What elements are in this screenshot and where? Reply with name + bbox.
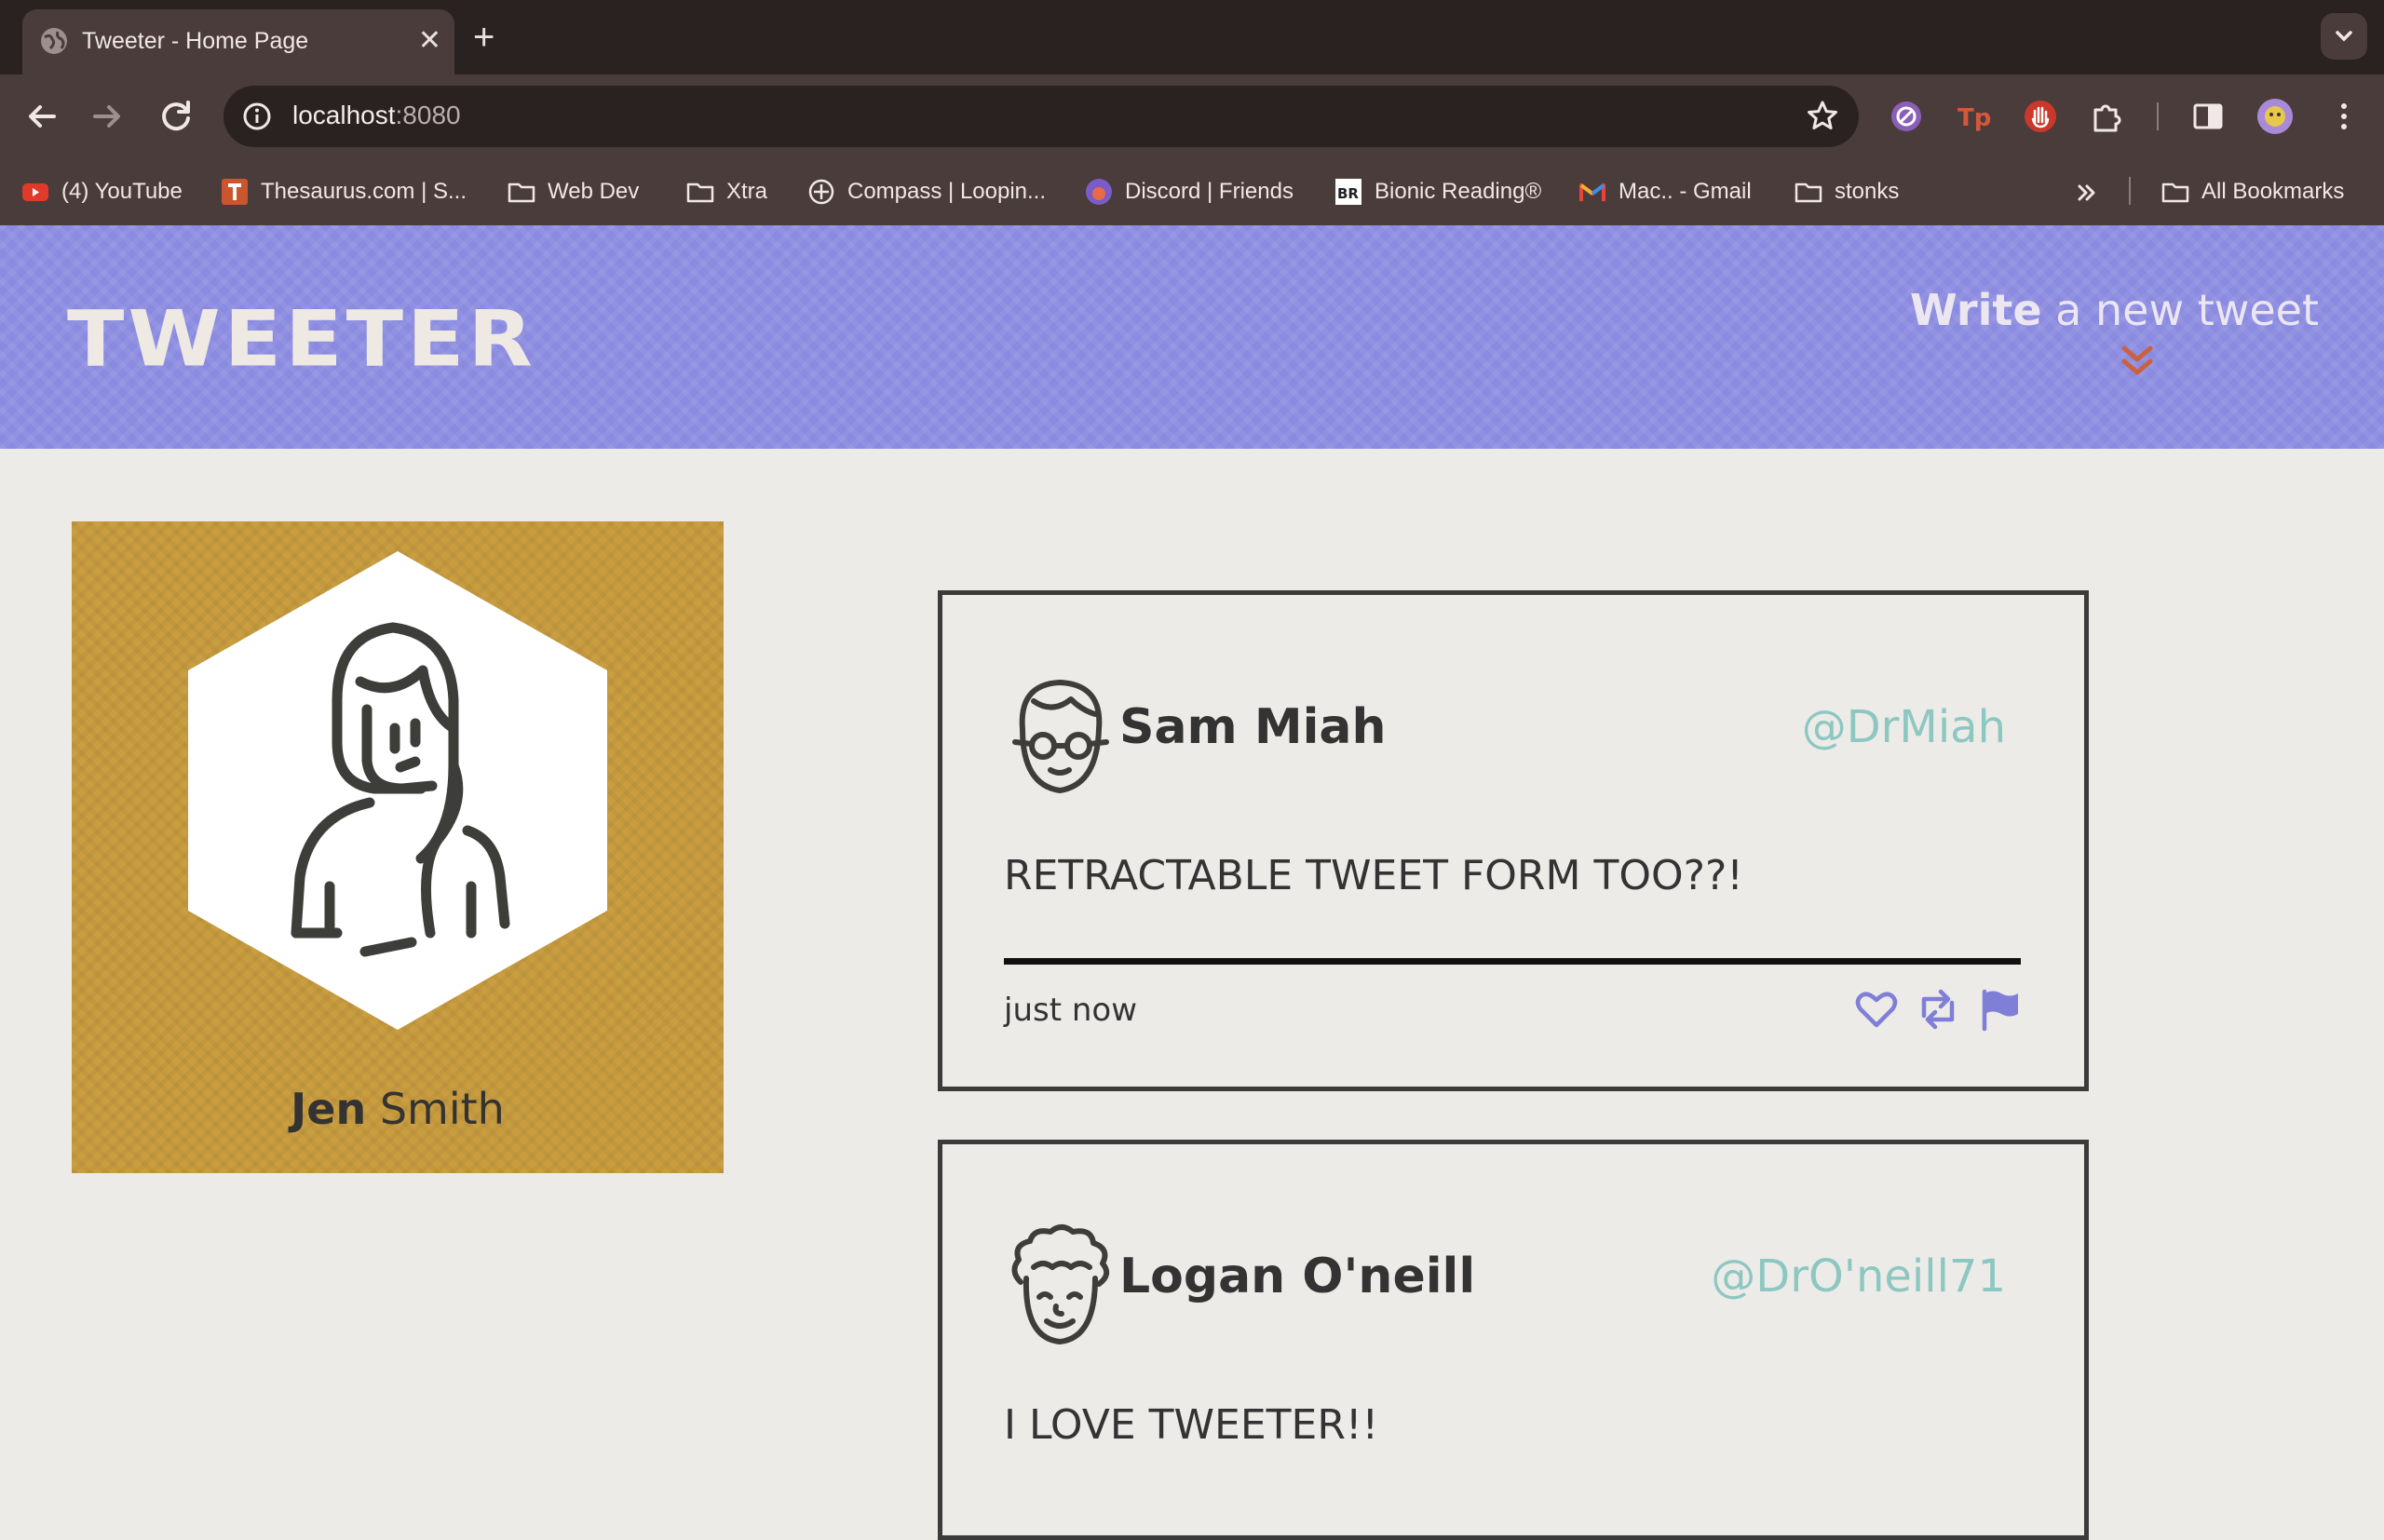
app-logo[interactable]: TWEETER <box>67 294 536 385</box>
browser-tab[interactable]: Tweeter - Home Page ✕ <box>22 9 454 74</box>
heart-icon[interactable] <box>1853 986 1900 1033</box>
write-new-tweet-button[interactable]: Write a new tweet <box>1910 285 2319 335</box>
tweet-content: I LOVE TWEETER!! <box>1004 1401 1379 1449</box>
bookmark-label: Thesaurus.com | S... <box>261 179 467 204</box>
gmail-icon <box>1579 183 1605 201</box>
tweet-author-name: Logan O'neill <box>1119 1249 1476 1304</box>
url-host: localhost <box>292 101 396 129</box>
bionic-reading-icon: BR <box>1335 179 1361 205</box>
forward-arrow-icon[interactable] <box>86 95 129 138</box>
discord-icon <box>1086 179 1112 205</box>
bookmark-label: Bionic Reading® <box>1375 179 1542 204</box>
profile-card: Jen Smith <box>72 521 724 1173</box>
url-text: localhost:8080 <box>292 101 461 130</box>
bookmark-youtube[interactable]: (4) YouTube <box>20 175 183 209</box>
bookmark-bionic-reading[interactable]: BR Bionic Reading® <box>1334 175 1541 209</box>
bookmarks-bar: (4) YouTube Thesaurus.com | S... Web Dev… <box>0 158 2384 226</box>
thesaurus-icon <box>222 179 248 205</box>
svg-text:BR: BR <box>1337 185 1359 202</box>
tweet-author-name: Sam Miah <box>1119 699 1387 755</box>
tweet-content: RETRACTABLE TWEET FORM TOO??! <box>1004 852 1743 899</box>
tab-title: Tweeter - Home Page <box>82 28 309 54</box>
page-header: TWEETER Write a new tweet <box>0 225 2384 449</box>
bookmark-label: Xtra <box>726 179 768 204</box>
bookmark-gmail[interactable]: Mac.. - Gmail <box>1578 175 1752 209</box>
browser-tab-strip: Tweeter - Home Page ✕ + <box>0 0 2384 74</box>
tweet-divider <box>1004 958 2021 965</box>
curly-hair-man-avatar-icon <box>1011 1224 1110 1344</box>
flag-icon[interactable] <box>1976 986 2023 1033</box>
youtube-icon <box>22 183 48 201</box>
tp-extension-icon[interactable]: Tp <box>1954 97 1993 136</box>
profile-last-name: Smith <box>366 1084 505 1134</box>
reload-icon[interactable] <box>155 95 197 138</box>
man-glasses-avatar-icon <box>1012 680 1109 793</box>
folder-icon <box>508 182 535 203</box>
close-tab-icon[interactable]: ✕ <box>418 24 441 58</box>
bookmark-label: Compass | Loopin... <box>847 179 1047 204</box>
more-options-icon[interactable] <box>2324 97 2364 136</box>
profile-avatar <box>188 551 607 1030</box>
browser-toolbar: localhost:8080 Tp <box>0 74 2384 158</box>
compass-icon <box>808 179 834 205</box>
bookmark-folder-xtra[interactable]: Xtra <box>685 175 767 209</box>
bookmark-label: Discord | Friends <box>1125 179 1294 204</box>
extensions-puzzle-icon[interactable] <box>2088 97 2127 136</box>
tweet-card: Sam Miah @DrMiah RETRACTABLE TWEET FORM … <box>938 590 2089 1091</box>
url-port: :8080 <box>395 101 461 129</box>
tweet-card: Logan O'neill @DrO'neill71 I LOVE TWEETE… <box>938 1140 2089 1540</box>
double-chevron-down-icon[interactable] <box>2116 341 2159 384</box>
bookmarks-divider <box>2129 177 2131 205</box>
block-site-extension-icon[interactable] <box>1887 97 1926 136</box>
tab-search-button[interactable] <box>2321 13 2367 60</box>
tweet-author-handle: @DrMiah <box>1801 701 2006 753</box>
bookmark-label: Mac.. - Gmail <box>1619 179 1752 204</box>
chevron-down-icon <box>2336 31 2352 42</box>
bookmark-compass[interactable]: Compass | Loopin... <box>806 175 1046 209</box>
new-tab-button[interactable]: + <box>473 17 494 58</box>
hand-stop-extension-icon[interactable] <box>2021 97 2060 136</box>
back-arrow-icon[interactable] <box>20 95 63 138</box>
side-panel-icon[interactable] <box>2188 97 2228 136</box>
svg-text:Tp: Tp <box>1957 104 1991 132</box>
bookmark-folder-stonks[interactable]: stonks <box>1794 175 1899 209</box>
bookmark-folder-web-dev[interactable]: Web Dev <box>507 175 639 209</box>
retweet-icon[interactable] <box>1915 986 1961 1033</box>
bookmark-label: (4) YouTube <box>61 179 183 204</box>
folder-icon <box>2161 182 2189 203</box>
bookmark-discord[interactable]: Discord | Friends <box>1084 175 1294 209</box>
profile-name: Jen Smith <box>72 1084 724 1134</box>
bookmark-star-icon[interactable] <box>1805 99 1840 134</box>
tweet-timestamp: just now <box>1004 992 1138 1029</box>
bookmark-label: stonks <box>1835 179 1900 204</box>
bookmark-label: All Bookmarks <box>2201 179 2345 204</box>
address-bar[interactable]: localhost:8080 <box>224 86 1859 147</box>
bookmark-thesaurus[interactable]: Thesaurus.com | S... <box>220 175 467 209</box>
bookmark-label: Web Dev <box>548 179 640 204</box>
folder-icon <box>1795 182 1822 203</box>
folder-icon <box>686 182 714 203</box>
write-rest-text: a new tweet <box>2041 285 2319 335</box>
profile-first-name: Jen <box>291 1084 367 1134</box>
toolbar-divider <box>2157 102 2159 130</box>
profile-avatar-icon[interactable] <box>2255 97 2295 136</box>
double-chevron-right-icon[interactable] <box>2073 179 2101 207</box>
bookmark-all-bookmarks[interactable]: All Bookmarks <box>2160 175 2344 209</box>
write-bold-text: Write <box>1909 285 2042 335</box>
tweet-actions <box>1853 986 2023 1033</box>
globe-icon <box>41 28 67 54</box>
site-info-icon[interactable] <box>240 100 274 133</box>
tweet-author-handle: @DrO'neill71 <box>1711 1250 2006 1303</box>
